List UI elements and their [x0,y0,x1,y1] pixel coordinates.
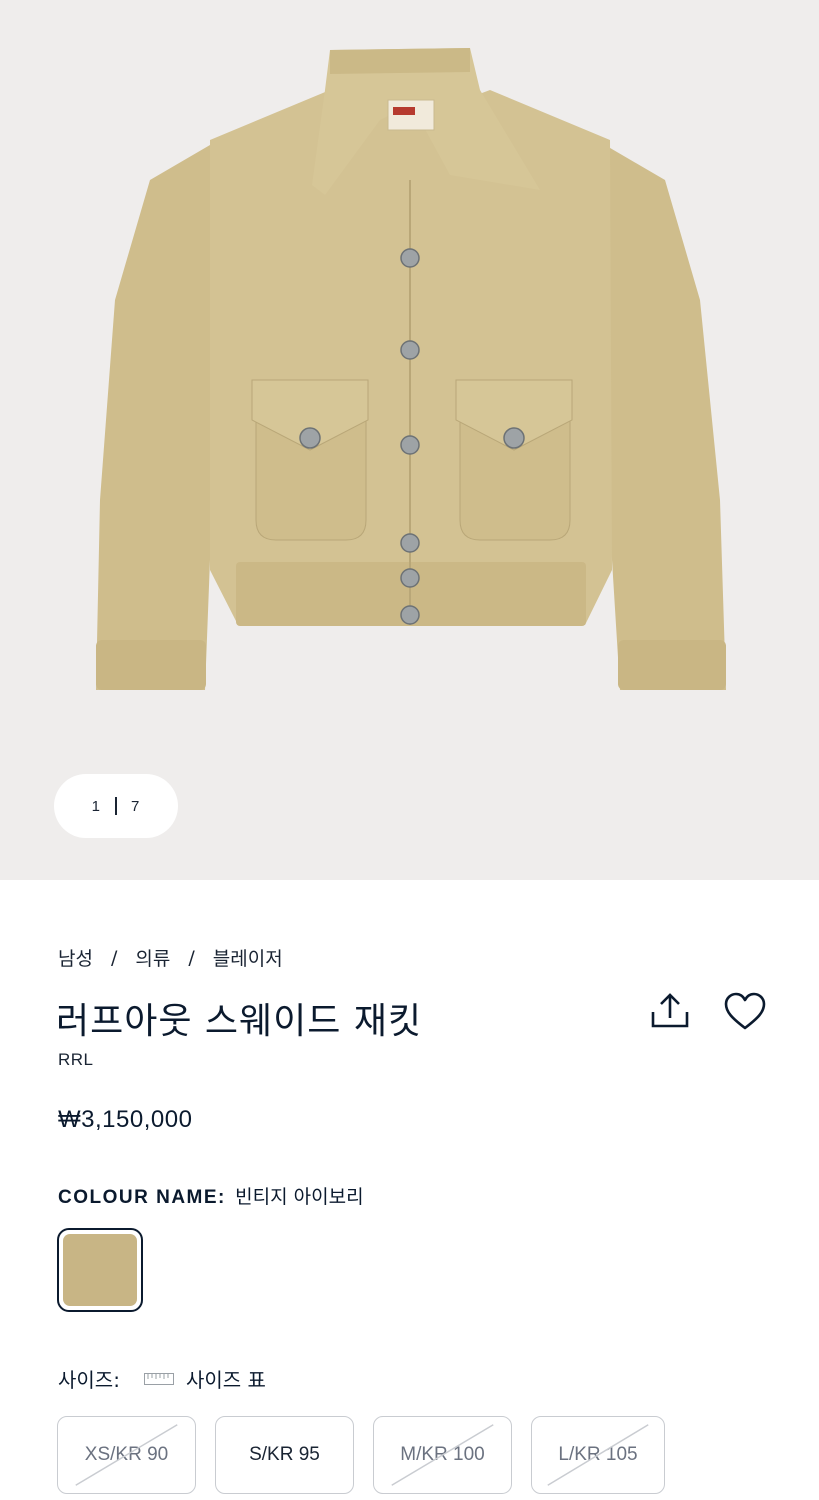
ruler-icon [143,1372,174,1385]
size-options: XS/KR 90 S/KR 95 M/KR 100 L/KR 105 [57,1416,684,1494]
share-button[interactable] [648,992,692,1032]
size-option-s[interactable]: S/KR 95 [215,1416,354,1494]
colour-swatch-selected[interactable] [57,1228,143,1312]
pager-divider [115,797,117,815]
colour-value: 빈티지 아이보리 [235,1186,364,1208]
size-guide-label: 사이즈 표 [185,1368,266,1392]
breadcrumb-separator: / [110,946,118,969]
size-option-l[interactable]: L/KR 105 [531,1416,665,1494]
unavailable-strike [547,1424,649,1486]
product-price: ₩3,150,000 [58,1106,193,1133]
size-header: 사이즈: 사이즈 표 [58,1364,266,1393]
swatch-fill [63,1234,137,1306]
size-label: 사이즈: [58,1368,120,1392]
colour-label: COLOUR NAME: [58,1187,226,1208]
gallery-pager[interactable]: 1 7 [54,774,178,838]
size-option-label: S/KR 95 [249,1444,320,1465]
size-option-xs[interactable]: XS/KR 90 [57,1416,196,1494]
breadcrumb-item-men[interactable]: 남성 [58,944,93,971]
product-brand[interactable]: RRL [58,1050,94,1070]
unavailable-strike [75,1424,178,1486]
unavailable-strike [391,1424,494,1486]
pager-total: 7 [131,797,141,815]
heart-icon [724,992,766,1030]
breadcrumb: 남성 / 의류 / 블레이저 [58,944,283,971]
colour-name: COLOUR NAME: 빈티지 아이보리 [58,1182,364,1209]
share-icon [651,993,689,1028]
favorite-button[interactable] [722,990,768,1034]
breadcrumb-item-clothing[interactable]: 의류 [135,944,170,971]
product-image [96,48,726,690]
size-guide-link[interactable]: 사이즈 표 [143,1364,266,1393]
product-title: 러프아웃 스웨이드 재킷 [56,1001,423,1042]
pager-current: 1 [91,797,101,815]
size-option-m[interactable]: M/KR 100 [373,1416,512,1494]
product-image-gallery[interactable]: 1 7 [0,0,819,880]
breadcrumb-item-blazers[interactable]: 블레이저 [213,944,283,971]
breadcrumb-separator: / [188,946,195,969]
